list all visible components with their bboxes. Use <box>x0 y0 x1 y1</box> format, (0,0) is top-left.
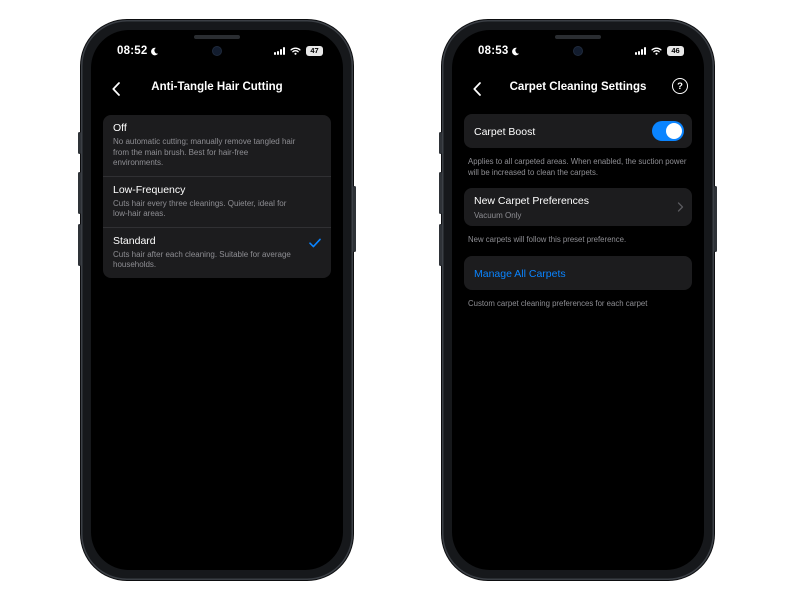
volume-up-button <box>439 172 442 214</box>
cellular-signal-icon <box>274 47 285 55</box>
new-carpet-preferences-row[interactable]: New Carpet Preferences Vacuum Only <box>464 188 692 226</box>
speaker-grille <box>555 35 601 39</box>
carpet-boost-toggle[interactable] <box>652 121 684 141</box>
option-description: Cuts hair every three cleanings. Quieter… <box>113 198 287 219</box>
help-circle-icon[interactable]: ? <box>672 78 688 94</box>
option-description: No automatic cutting; manually remove ta… <box>113 137 296 167</box>
speaker-grille <box>194 35 240 39</box>
option-title: Standard <box>113 234 156 247</box>
phone-frame-left: 08:52 47 Anti-Tangle Hair Cutting Off No… <box>78 20 356 580</box>
phone-screen: 08:52 47 Anti-Tangle Hair Cutting Off No… <box>91 30 343 570</box>
phone-screen: 08:53 46 Carpet Cleaning Settings ? Carp… <box>452 30 704 570</box>
moon-icon <box>512 47 520 55</box>
option-title: Off <box>113 122 127 134</box>
volume-down-button <box>439 224 442 266</box>
manage-all-carpets-row[interactable]: Manage All Carpets <box>464 256 692 290</box>
power-button <box>353 186 356 252</box>
navigation-bar: Anti-Tangle Hair Cutting <box>91 78 343 100</box>
action-button <box>78 132 81 154</box>
status-bar-time: 08:53 <box>478 45 520 57</box>
option-description: Cuts hair after each cleaning. Suitable … <box>113 249 291 270</box>
option-low-frequency[interactable]: Low-Frequency Cuts hair every three clea… <box>103 175 331 227</box>
front-camera <box>213 47 221 55</box>
battery-icon: 46 <box>667 46 684 56</box>
wifi-icon <box>290 47 301 55</box>
chevron-right-icon <box>677 202 684 212</box>
navigation-bar: Carpet Cleaning Settings ? <box>452 78 704 100</box>
new-carpet-preferences-footnote: New carpets will follow this preset pref… <box>468 235 627 244</box>
front-camera <box>574 47 582 55</box>
cellular-signal-icon <box>635 47 646 55</box>
battery-icon: 47 <box>306 46 323 56</box>
option-off[interactable]: Off No automatic cutting; manually remov… <box>103 115 331 176</box>
status-bar-indicators: 47 <box>274 46 323 56</box>
wifi-icon <box>651 47 662 55</box>
option-title: Low-Frequency <box>113 183 186 196</box>
page-title: Anti-Tangle Hair Cutting <box>151 81 283 93</box>
status-time-text: 08:52 <box>117 45 148 57</box>
manage-all-carpets-footnote: Custom carpet cleaning preferences for e… <box>468 299 648 308</box>
carpet-boost-label: Carpet Boost <box>474 126 536 138</box>
volume-up-button <box>78 172 81 214</box>
manage-all-carpets-link[interactable]: Manage All Carpets <box>474 268 566 280</box>
option-standard[interactable]: Standard Cuts hair after each cleaning. … <box>103 226 331 278</box>
power-button <box>714 186 717 252</box>
status-bar-time: 08:52 <box>117 45 159 57</box>
carpet-boost-row: Carpet Boost <box>464 114 692 148</box>
status-bar-indicators: 46 <box>635 46 684 56</box>
status-time-text: 08:53 <box>478 45 509 57</box>
checkmark-icon <box>309 238 321 247</box>
new-carpet-preferences-value: Vacuum Only <box>474 211 522 220</box>
carpet-boost-footnote: Applies to all carpeted areas. When enab… <box>468 157 687 177</box>
toggle-knob <box>666 123 682 139</box>
new-carpet-preferences-label: New Carpet Preferences <box>474 195 589 207</box>
hair-cutting-options-list: Off No automatic cutting; manually remov… <box>103 115 331 278</box>
action-button <box>439 132 442 154</box>
moon-icon <box>151 47 159 55</box>
phone-frame-right: 08:53 46 Carpet Cleaning Settings ? Carp… <box>439 20 717 580</box>
page-title: Carpet Cleaning Settings <box>509 81 647 93</box>
volume-down-button <box>78 224 81 266</box>
